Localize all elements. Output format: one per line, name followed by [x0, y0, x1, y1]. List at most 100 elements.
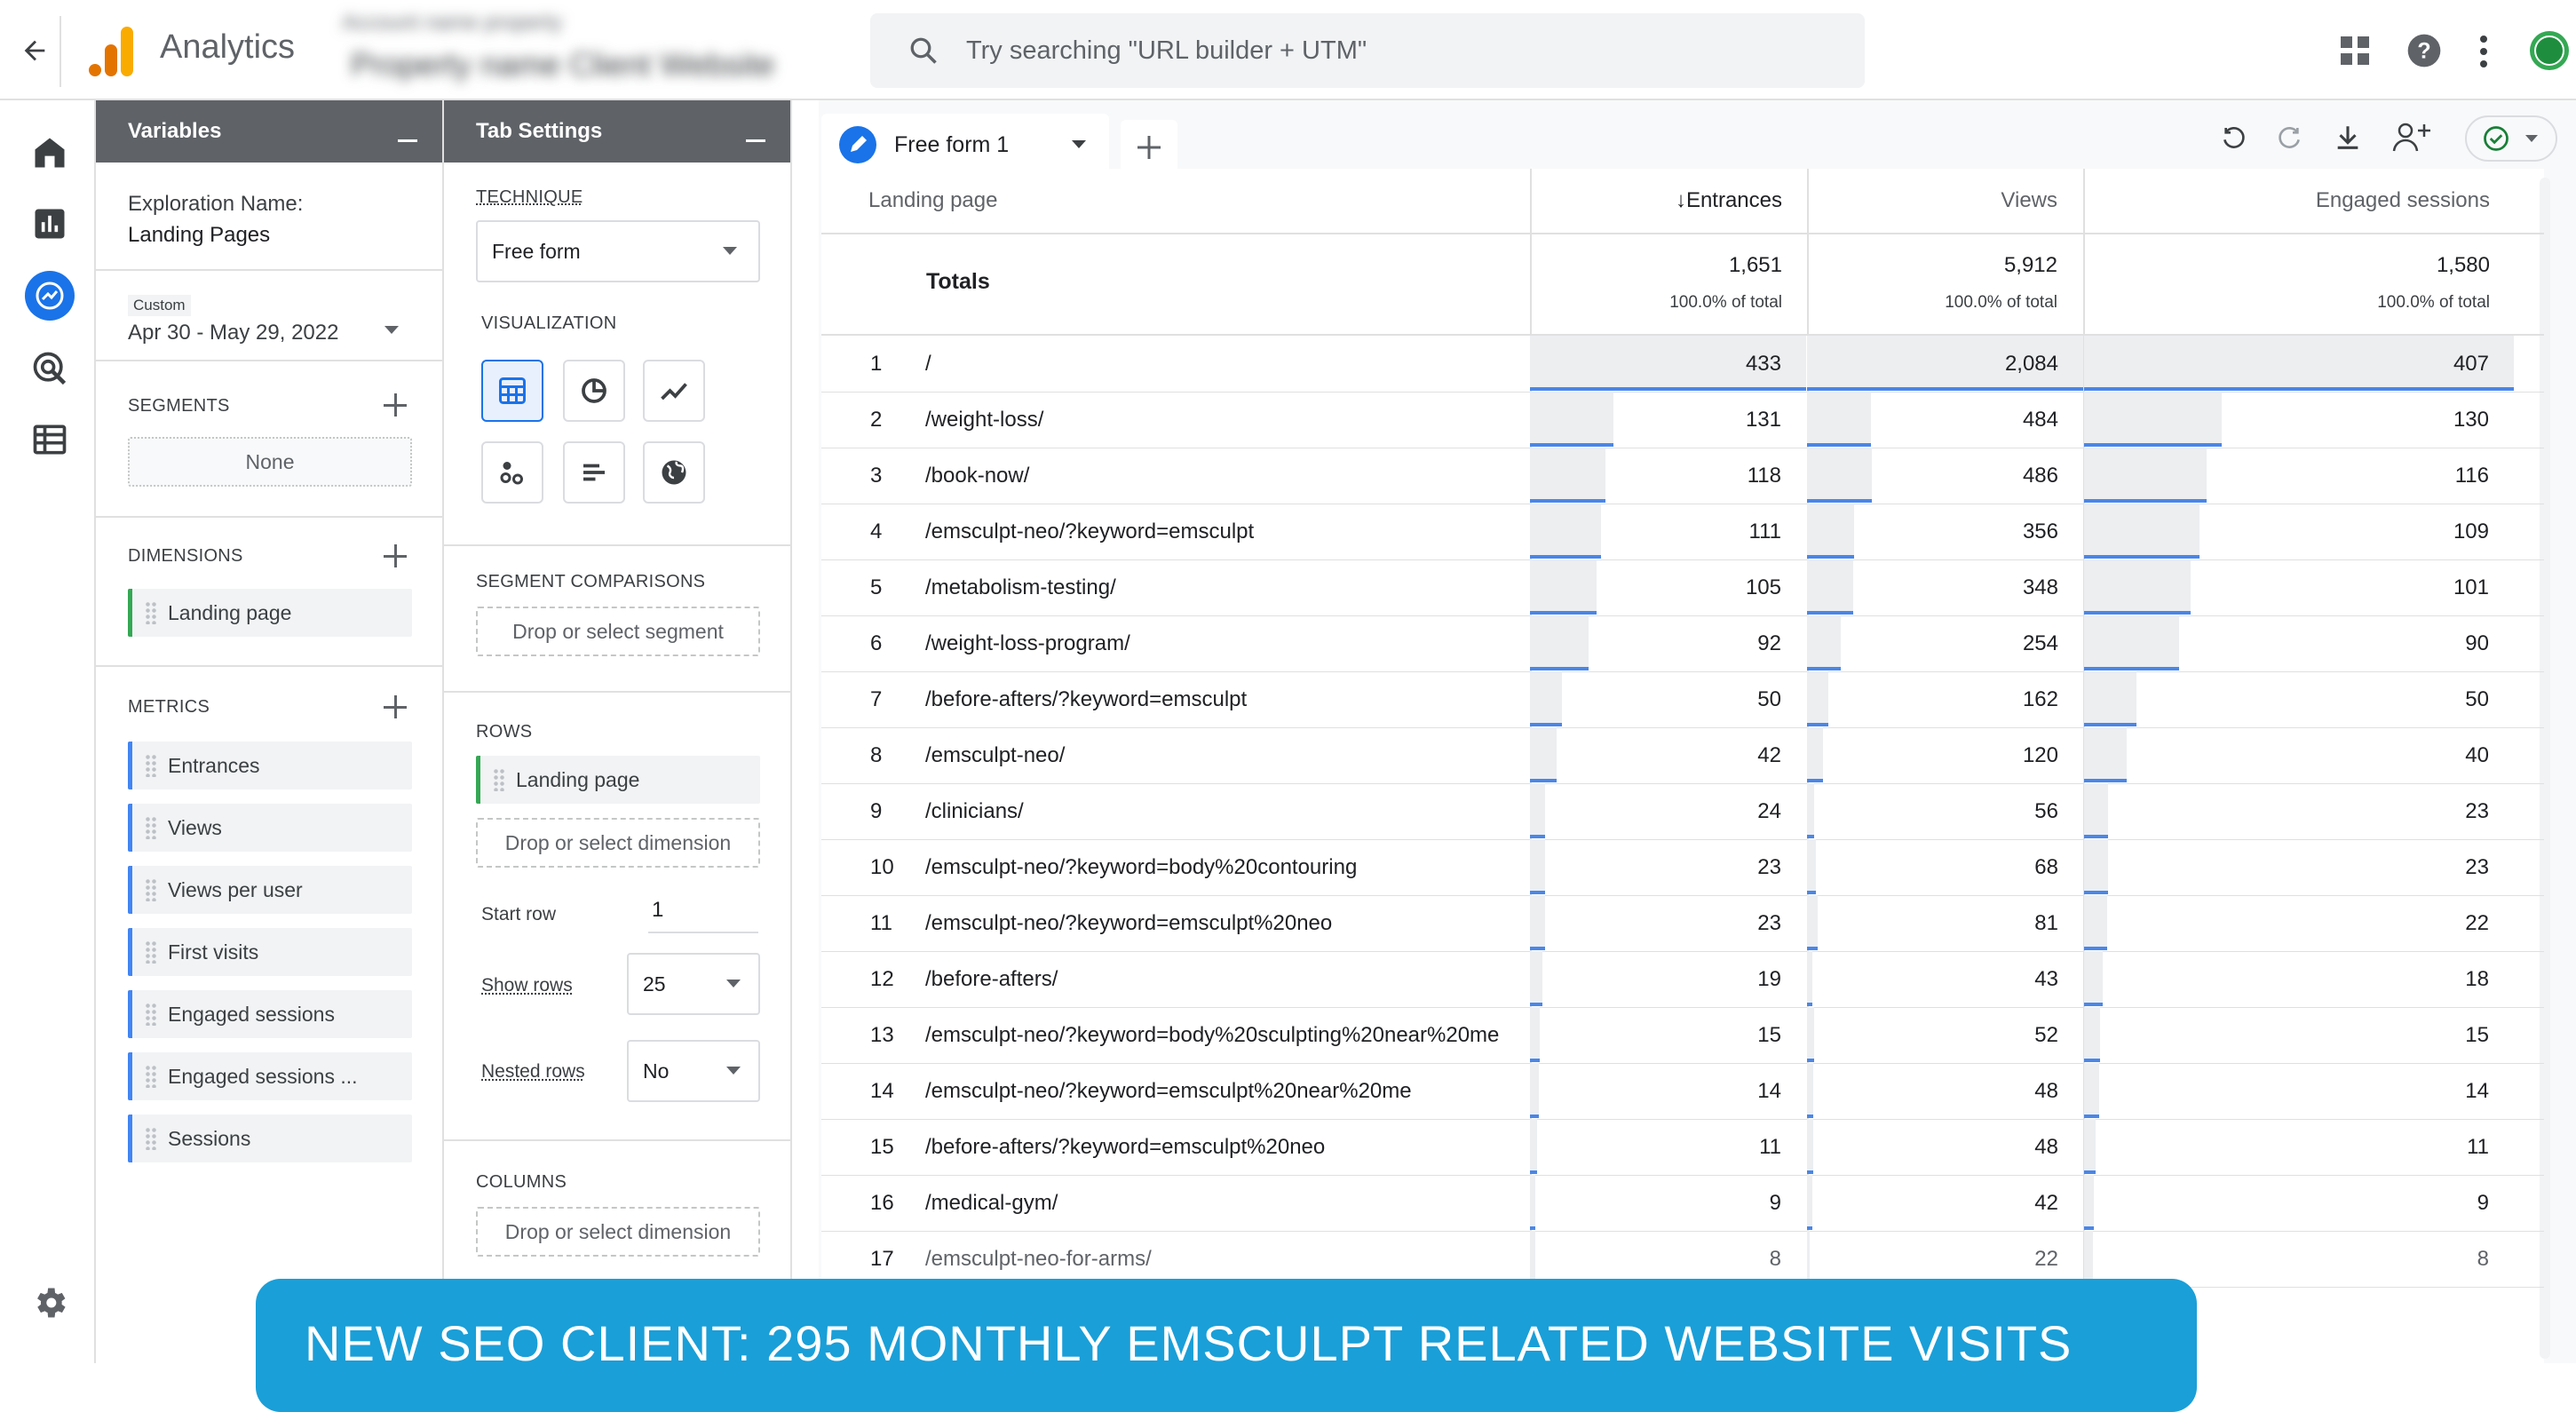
- bar-viz-button[interactable]: [563, 441, 625, 504]
- landing-page-cell[interactable]: /clinicians/: [925, 783, 1024, 839]
- redo-icon[interactable]: [2275, 124, 2303, 153]
- landing-page-cell[interactable]: /emsculpt-neo/?keyword=emsculpt%20near%2…: [925, 1063, 1412, 1119]
- drag-handle-icon[interactable]: [145, 1003, 157, 1026]
- table-row[interactable]: 7/before-afters/?keyword=emsculpt 50 162 50: [821, 671, 2544, 728]
- settings-gear-icon[interactable]: [30, 1283, 69, 1322]
- landing-page-cell[interactable]: /book-now/: [925, 448, 1029, 504]
- avatar[interactable]: [2529, 30, 2570, 71]
- landing-page-cell[interactable]: /weight-loss/: [925, 392, 1043, 448]
- line-viz-button[interactable]: [643, 360, 705, 422]
- technique-select[interactable]: Free form: [476, 220, 760, 282]
- landing-page-cell[interactable]: /emsculpt-neo/?keyword=body%20contouring: [925, 839, 1357, 895]
- edit-pencil-icon[interactable]: [839, 126, 876, 163]
- landing-page-cell[interactable]: /: [925, 336, 931, 392]
- table-row[interactable]: 15/before-afters/?keyword=emsculpt%20neo…: [821, 1119, 2544, 1176]
- donut-viz-button[interactable]: [563, 360, 625, 422]
- table-row[interactable]: 14/emsculpt-neo/?keyword=emsculpt%20near…: [821, 1063, 2544, 1120]
- tab-menu-caret-icon[interactable]: [1072, 140, 1086, 148]
- table-row[interactable]: 2/weight-loss/131 484 130: [821, 392, 2544, 448]
- advertising-icon[interactable]: [30, 349, 69, 388]
- minimize-icon[interactable]: [398, 139, 417, 142]
- metric-chip[interactable]: Views: [128, 804, 412, 852]
- col-header-landing-page[interactable]: Landing page: [868, 169, 997, 233]
- download-icon[interactable]: [2333, 123, 2363, 153]
- col-header-engaged-sessions[interactable]: Engaged sessions: [2085, 169, 2490, 233]
- start-row-input[interactable]: 1: [648, 898, 758, 933]
- apps-grid-icon[interactable]: [2341, 36, 2369, 65]
- rows-drop-zone[interactable]: Drop or select dimension: [476, 818, 760, 868]
- table-row[interactable]: 6/weight-loss-program/92 254 90: [821, 615, 2544, 672]
- home-icon[interactable]: [30, 133, 69, 172]
- metric-chip[interactable]: Engaged sessions: [128, 990, 412, 1038]
- col-header-entrances[interactable]: ↓Entrances: [1532, 169, 1782, 233]
- metric-chip[interactable]: Engaged sessions ...: [128, 1052, 412, 1100]
- minimize-icon[interactable]: [746, 139, 765, 142]
- drag-handle-icon[interactable]: [145, 816, 157, 839]
- landing-page-cell[interactable]: /before-afters/: [925, 951, 1058, 1007]
- drag-handle-icon[interactable]: [145, 940, 157, 964]
- landing-page-cell[interactable]: /before-afters/?keyword=emsculpt: [925, 671, 1247, 727]
- landing-page-cell[interactable]: /emsculpt-neo/?keyword=body%20sculpting%…: [925, 1007, 1499, 1063]
- geo-viz-button[interactable]: [643, 441, 705, 504]
- share-add-person-icon[interactable]: [2392, 121, 2431, 155]
- reports-icon[interactable]: [30, 204, 69, 243]
- table-row[interactable]: 13/emsculpt-neo/?keyword=body%20sculptin…: [821, 1007, 2544, 1064]
- columns-drop-zone[interactable]: Drop or select dimension: [476, 1207, 760, 1257]
- landing-page-cell[interactable]: /metabolism-testing/: [925, 559, 1116, 615]
- table-row[interactable]: 9/clinicians/24 56 23: [821, 783, 2544, 840]
- drag-handle-icon[interactable]: [145, 1127, 157, 1150]
- table-row[interactable]: 4/emsculpt-neo/?keyword=emsculpt 111 356 10…: [821, 504, 2544, 560]
- explore-icon[interactable]: [25, 271, 75, 321]
- table-row[interactable]: 8/emsculpt-neo/42 120 40: [821, 727, 2544, 784]
- tab-free-form-1[interactable]: Free form 1: [821, 114, 1109, 176]
- add-segment-icon[interactable]: [384, 393, 407, 416]
- table-row[interactable]: 5/metabolism-testing/105 348 101: [821, 559, 2544, 616]
- col-header-views[interactable]: Views: [1809, 169, 2057, 233]
- metric-chip[interactable]: Views per user: [128, 866, 412, 914]
- table-row[interactable]: 12/before-afters/19 43 18: [821, 951, 2544, 1008]
- dimension-chip-landing-page[interactable]: Landing page: [128, 589, 412, 637]
- table-row[interactable]: 3/book-now/118 486 116: [821, 448, 2544, 504]
- analytics-logo-icon[interactable]: [89, 27, 135, 76]
- search-box[interactable]: Try searching "URL builder + UTM": [870, 13, 1865, 88]
- landing-page-cell[interactable]: /emsculpt-neo/: [925, 727, 1065, 783]
- rows-dimension-chip[interactable]: Landing page: [476, 756, 760, 804]
- date-range[interactable]: Apr 30 - May 29, 2022: [128, 321, 338, 345]
- scatter-viz-button[interactable]: [481, 441, 543, 504]
- drag-handle-icon[interactable]: [145, 878, 157, 901]
- configure-list-icon[interactable]: [30, 420, 69, 459]
- drag-handle-icon[interactable]: [145, 754, 157, 777]
- status-check-button[interactable]: [2465, 115, 2557, 162]
- undo-icon[interactable]: [2220, 124, 2248, 153]
- landing-page-cell[interactable]: /before-afters/?keyword=emsculpt%20neo: [925, 1119, 1325, 1175]
- table-row[interactable]: 16/medical-gym/9 42 9: [821, 1175, 2544, 1232]
- metric-chip[interactable]: First visits: [128, 928, 412, 976]
- segment-drop-zone[interactable]: Drop or select segment: [476, 607, 760, 656]
- metric-chip[interactable]: Entrances: [128, 742, 412, 789]
- landing-page-cell[interactable]: /medical-gym/: [925, 1175, 1058, 1231]
- table-row[interactable]: 1 / 433 2,084 407: [821, 336, 2544, 393]
- drag-handle-icon[interactable]: [493, 768, 505, 791]
- search-placeholder[interactable]: Try searching "URL builder + UTM": [966, 36, 1367, 66]
- exploration-name[interactable]: Landing Pages: [128, 223, 270, 248]
- metric-chip[interactable]: Sessions: [128, 1115, 412, 1162]
- add-metric-icon[interactable]: [384, 695, 407, 718]
- property-name[interactable]: Property name Client Website: [351, 46, 775, 83]
- show-rows-select[interactable]: 25: [627, 953, 760, 1015]
- table-row[interactable]: 10/emsculpt-neo/?keyword=body%20contouri…: [821, 839, 2544, 896]
- landing-page-cell[interactable]: /emsculpt-neo/?keyword=emsculpt%20neo: [925, 895, 1332, 951]
- table-row[interactable]: 11/emsculpt-neo/?keyword=emsculpt%20neo 2…: [821, 895, 2544, 952]
- back-arrow-icon[interactable]: [20, 36, 50, 66]
- drag-handle-icon[interactable]: [145, 601, 157, 624]
- table-viz-button[interactable]: [481, 360, 543, 422]
- help-icon[interactable]: ?: [2406, 33, 2442, 68]
- landing-page-cell[interactable]: /emsculpt-neo/?keyword=emsculpt: [925, 504, 1254, 559]
- date-dropdown-caret-icon[interactable]: [384, 326, 399, 334]
- more-vert-icon[interactable]: [2477, 34, 2490, 69]
- landing-page-cell[interactable]: /weight-loss-program/: [925, 615, 1130, 671]
- nested-rows-select[interactable]: No: [627, 1040, 760, 1102]
- add-dimension-icon[interactable]: [384, 544, 407, 567]
- account-name[interactable]: Account name property: [342, 11, 562, 36]
- drag-handle-icon[interactable]: [145, 1065, 157, 1088]
- add-tab-icon[interactable]: [1121, 120, 1177, 175]
